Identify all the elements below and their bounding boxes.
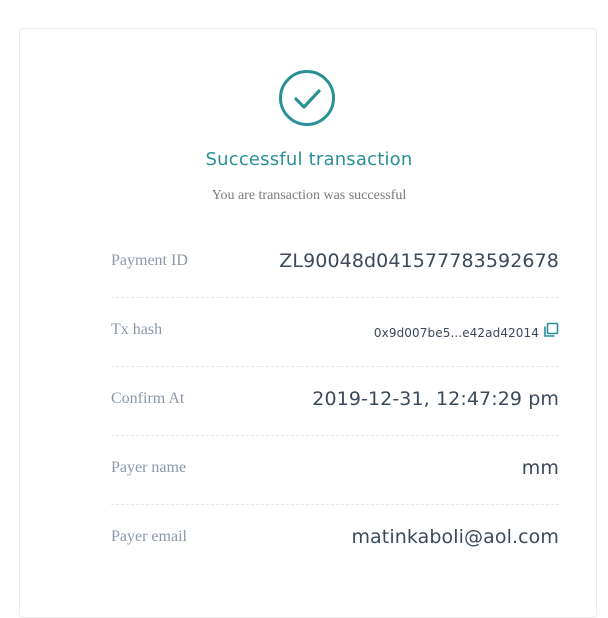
detail-label: Payer name: [111, 459, 187, 476]
detail-row-payer-email: Payer email matinkaboli@aol.com: [111, 505, 559, 573]
payer-name-value: mm: [521, 457, 559, 479]
confirm-at-value: 2019-12-31, 12:47:29 pm: [312, 388, 559, 410]
detail-label: Tx hash: [111, 321, 163, 338]
check-circle-icon: [279, 70, 335, 126]
detail-row-payer-name: Payer name mm: [111, 436, 559, 505]
details-list: Payment ID ZL90048d041577783592678 Tx ha…: [111, 229, 559, 573]
detail-row-confirm-at: Confirm At 2019-12-31, 12:47:29 pm: [111, 367, 559, 436]
detail-row-payment-id: Payment ID ZL90048d041577783592678: [111, 229, 559, 298]
detail-row-tx-hash: Tx hash 0x9d007be5...e42ad42014: [111, 298, 559, 367]
detail-label: Payment ID: [111, 252, 188, 269]
payer-email-value: matinkaboli@aol.com: [351, 526, 559, 548]
detail-label: Payer email: [111, 528, 187, 545]
page-title: Successful transaction: [205, 149, 413, 170]
page-subtitle: You are transaction was successful: [211, 188, 407, 203]
transaction-card: Successful transaction You are transacti…: [19, 28, 597, 618]
tx-hash-value: 0x9d007be5...e42ad42014: [373, 326, 539, 340]
detail-label: Confirm At: [111, 390, 185, 407]
payment-id-value: ZL90048d041577783592678: [279, 250, 559, 272]
copy-icon[interactable]: [543, 322, 559, 338]
